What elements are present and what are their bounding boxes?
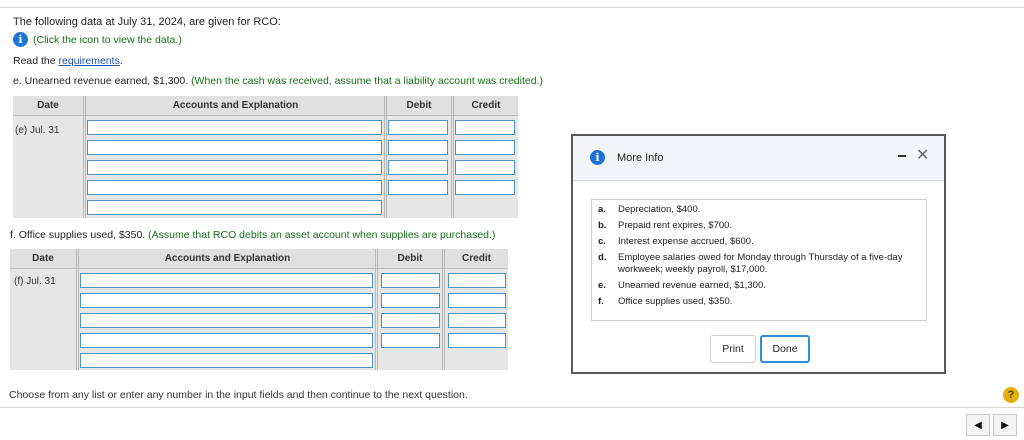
item-letter: c.: [598, 236, 606, 247]
account-input[interactable]: [80, 293, 373, 308]
info-icon: i: [590, 150, 605, 165]
read-requirements-line: Read the requirements.: [13, 55, 123, 67]
account-input[interactable]: [80, 313, 373, 328]
instruction-text: Choose from any list or enter any number…: [9, 389, 468, 401]
bottom-divider: [0, 407, 1024, 408]
list-item: e. Unearned revenue earned, $1,300.: [598, 280, 920, 292]
dialog-title: More Info: [617, 152, 664, 164]
dialog-header: i More Info ✕: [573, 136, 944, 181]
question-f-text: f. Office supplies used, $350.: [10, 229, 146, 241]
credit-input[interactable]: [455, 120, 515, 135]
debit-input[interactable]: [388, 160, 448, 175]
question-f: f. Office supplies used, $350. (Assume t…: [10, 229, 495, 241]
item-text: Prepaid rent expires, $700.: [618, 220, 733, 231]
item-letter: b.: [598, 220, 607, 231]
list-item: f. Office supplies used, $350.: [598, 296, 920, 308]
top-divider: [0, 7, 1024, 8]
entry-date: (f) Jul. 31: [14, 276, 56, 287]
debit-input[interactable]: [381, 293, 440, 308]
close-icon[interactable]: ✕: [916, 145, 929, 165]
column-divider: [442, 249, 445, 370]
column-divider: [375, 249, 378, 370]
item-text: Employee salaries owed for Monday throug…: [618, 252, 903, 275]
requirements-link[interactable]: requirements: [59, 55, 120, 67]
item-text: Depreciation, $400.: [618, 204, 701, 215]
header-date: Date: [37, 100, 59, 111]
column-divider: [384, 96, 387, 218]
journal-header: Date Accounts and Explanation Debit Cred…: [10, 249, 508, 269]
question-f-hint: (Assume that RCO debits an asset account…: [148, 229, 496, 241]
account-input[interactable]: [80, 333, 373, 348]
arrow-right-icon[interactable]: ▶: [993, 414, 1017, 436]
item-text: Interest expense accrued, $600.: [618, 236, 754, 247]
list-item: a. Depreciation, $400.: [598, 204, 920, 216]
header-date: Date: [32, 253, 54, 264]
item-letter: a.: [598, 204, 606, 215]
debit-input[interactable]: [381, 333, 440, 348]
debit-input[interactable]: [388, 120, 448, 135]
journal-table-f: Date Accounts and Explanation Debit Cred…: [10, 249, 508, 370]
credit-input[interactable]: [448, 273, 506, 288]
help-icon[interactable]: ?: [1003, 387, 1019, 403]
info-list: a. Depreciation, $400. b. Prepaid rent e…: [591, 199, 927, 321]
debit-input[interactable]: [388, 180, 448, 195]
header-debit: Debit: [406, 100, 432, 111]
column-divider: [76, 249, 79, 370]
print-button[interactable]: Print: [710, 335, 756, 363]
header-credit: Credit: [462, 253, 491, 264]
item-letter: e.: [598, 280, 606, 291]
account-input[interactable]: [80, 353, 373, 368]
view-data-label: (Click the icon to view the data.): [33, 33, 182, 46]
account-input[interactable]: [87, 160, 382, 175]
account-input[interactable]: [80, 273, 373, 288]
view-data-link[interactable]: i (Click the icon to view the data.): [13, 32, 182, 47]
account-input[interactable]: [87, 120, 382, 135]
list-item: d. Employee salaries owed for Monday thr…: [598, 252, 920, 276]
journal-table-e: Date Accounts and Explanation Debit Cred…: [13, 96, 518, 218]
account-input[interactable]: [87, 140, 382, 155]
credit-input[interactable]: [448, 313, 506, 328]
header-accounts: Accounts and Explanation: [164, 253, 291, 264]
info-icon[interactable]: i: [13, 32, 28, 47]
header-credit: Credit: [471, 100, 501, 111]
item-letter: f.: [598, 296, 604, 307]
debit-input[interactable]: [381, 273, 440, 288]
column-divider: [451, 96, 454, 218]
credit-input[interactable]: [455, 160, 515, 175]
item-text: Unearned revenue earned, $1,300.: [618, 280, 766, 291]
debit-input[interactable]: [381, 313, 440, 328]
read-prefix: Read the: [13, 55, 59, 67]
header-accounts: Accounts and Explanation: [172, 100, 299, 111]
column-divider: [83, 96, 86, 218]
question-e-hint: (When the cash was received, assume that…: [191, 75, 543, 87]
credit-input[interactable]: [455, 140, 515, 155]
entry-date: (e) Jul. 31: [15, 125, 60, 136]
journal-header: Date Accounts and Explanation Debit Cred…: [13, 96, 518, 116]
question-e-text: e. Unearned revenue earned, $1,300.: [13, 75, 189, 87]
header-debit: Debit: [397, 253, 423, 264]
item-letter: d.: [598, 252, 607, 263]
intro-text: The following data at July 31, 2024, are…: [13, 16, 281, 28]
more-info-dialog: i More Info ✕ a. Depreciation, $400. b. …: [571, 134, 946, 374]
account-input[interactable]: [87, 200, 382, 215]
debit-input[interactable]: [388, 140, 448, 155]
list-item: b. Prepaid rent expires, $700.: [598, 220, 920, 232]
read-suffix: .: [119, 55, 123, 67]
item-text: Office supplies used, $350.: [618, 296, 733, 307]
question-e: e. Unearned revenue earned, $1,300. (Whe…: [13, 75, 543, 87]
minimize-icon[interactable]: [898, 155, 906, 157]
credit-input[interactable]: [448, 333, 506, 348]
credit-input[interactable]: [448, 293, 506, 308]
account-input[interactable]: [87, 180, 382, 195]
list-item: c. Interest expense accrued, $600.: [598, 236, 920, 248]
credit-input[interactable]: [455, 180, 515, 195]
done-button[interactable]: Done: [760, 335, 810, 363]
arrow-left-icon[interactable]: ◀: [966, 414, 990, 436]
